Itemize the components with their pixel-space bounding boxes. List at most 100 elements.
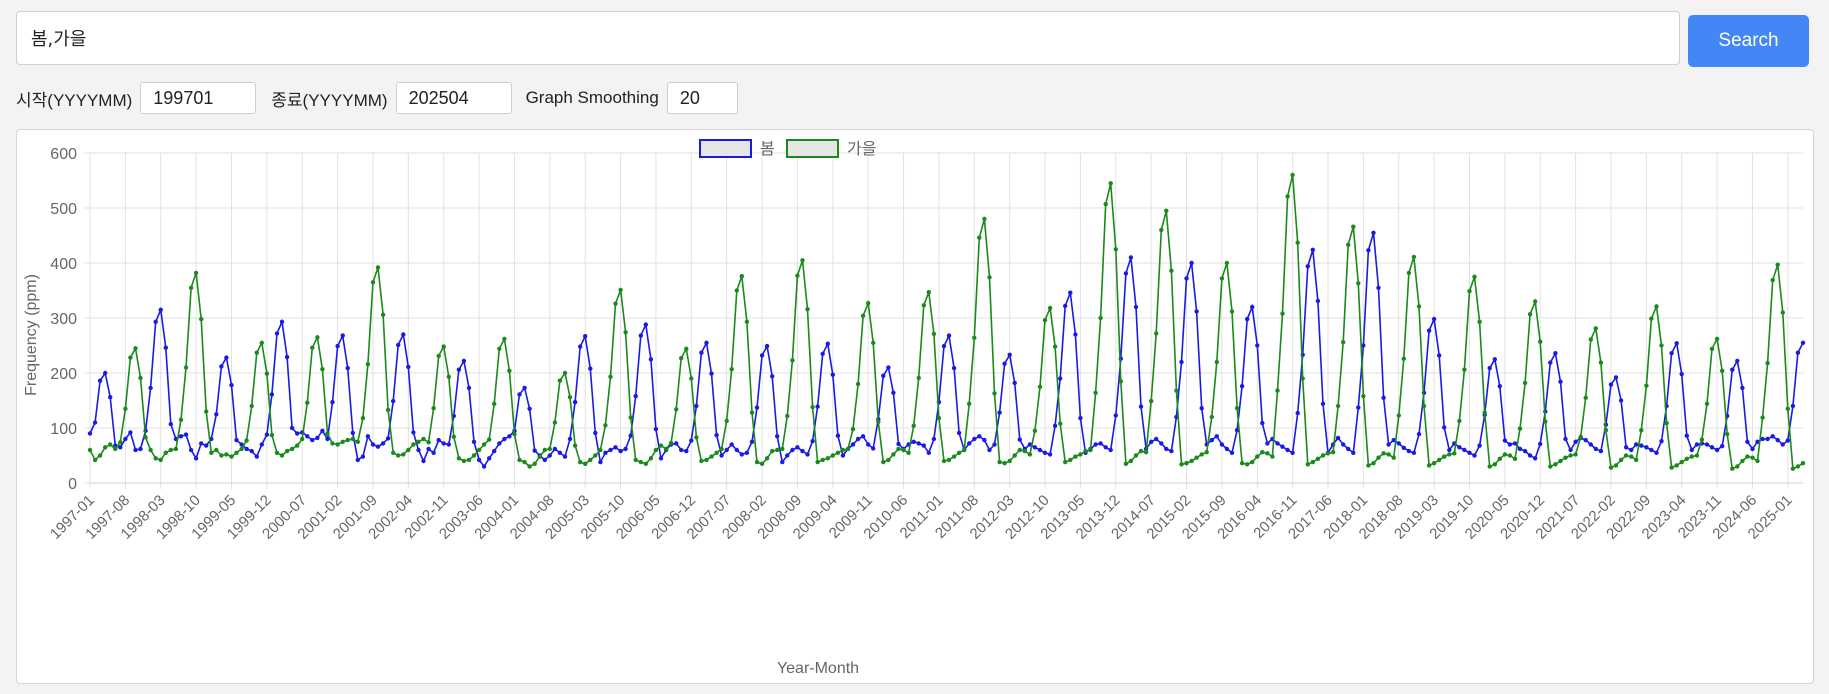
data-point [1558,379,1563,384]
data-point [618,287,623,293]
data-point [684,346,689,351]
data-point [330,399,335,405]
data-point [254,350,259,355]
data-point [1720,368,1725,373]
data-point [1179,359,1184,365]
data-point [866,442,871,447]
data-point [1770,434,1775,439]
data-point [1467,288,1472,294]
data-point [1239,461,1245,466]
data-point [532,461,537,466]
data-point [492,401,497,406]
data-point [1224,446,1230,452]
data-point [103,445,108,450]
data-point [1239,384,1245,389]
data-point [1229,309,1235,314]
data-point [133,346,138,351]
data-point [1538,339,1543,344]
data-point [1790,466,1796,471]
data-point [1431,461,1437,466]
data-point [158,457,163,463]
data-point [704,340,709,345]
data-point [552,446,558,452]
data-point [1007,458,1012,464]
data-point [1149,439,1154,444]
data-point [775,447,780,453]
y-tick-label: 500 [50,201,77,218]
data-point [648,456,654,461]
data-point [113,446,118,452]
data-point [593,430,598,436]
data-point [739,274,744,279]
data-point [87,447,93,453]
data-point [537,454,542,459]
data-point [1785,406,1791,411]
search-input[interactable] [16,11,1680,65]
data-point [1305,462,1311,467]
data-point [567,436,573,442]
data-point [466,385,472,391]
data-point [1290,450,1295,455]
data-point [936,415,942,421]
data-point [1538,441,1543,447]
data-point [1664,420,1669,426]
data-point [1371,461,1376,466]
data-point [481,464,487,469]
data-point [295,443,300,448]
data-point [224,452,229,457]
data-point [284,354,290,360]
data-point [921,443,926,448]
data-point [1725,431,1730,437]
series-0 [87,230,1806,469]
data-point [926,450,931,455]
data-point [835,450,841,455]
data-point [633,457,638,463]
data-point [790,358,795,363]
data-point [780,446,785,452]
end-date-input[interactable] [395,82,512,114]
data-point [1351,224,1356,229]
legend-item[interactable]: 봄 [699,139,775,158]
data-point [1361,393,1366,399]
data-point [1073,454,1078,459]
data-point [946,333,952,338]
data-point [1447,447,1452,453]
data-point [1366,248,1371,253]
legend-item[interactable]: 가을 [786,139,876,158]
start-date-input[interactable] [140,82,257,114]
data-point [810,439,815,444]
data-point [320,367,325,372]
data-point [1548,464,1553,469]
data-point [249,403,254,409]
data-point [1098,315,1103,321]
data-point [481,442,487,447]
data-point [1694,453,1700,458]
search-button[interactable]: Search [1688,15,1809,67]
data-point [1750,446,1755,452]
data-point [840,453,846,458]
data-point [638,459,643,465]
data-point [992,442,997,447]
data-point [1709,346,1715,351]
data-point [199,441,204,446]
data-point [259,442,264,447]
data-point [830,372,835,377]
data-point [1507,453,1513,458]
data-point [1078,415,1083,421]
data-point [1133,453,1139,458]
data-point [1280,444,1285,449]
data-point [1169,448,1174,454]
data-point [1745,454,1750,459]
data-point [785,453,790,458]
data-point [1512,456,1518,461]
smoothing-input[interactable] [666,82,738,114]
data-point [487,437,492,442]
data-point [1533,299,1538,304]
data-point [476,447,482,453]
chart-legend[interactable]: 봄 가을 [699,139,876,158]
data-point [1341,442,1346,447]
data-point [1745,439,1750,444]
data-point [542,457,547,463]
data-point [770,448,775,454]
data-point [623,330,628,335]
